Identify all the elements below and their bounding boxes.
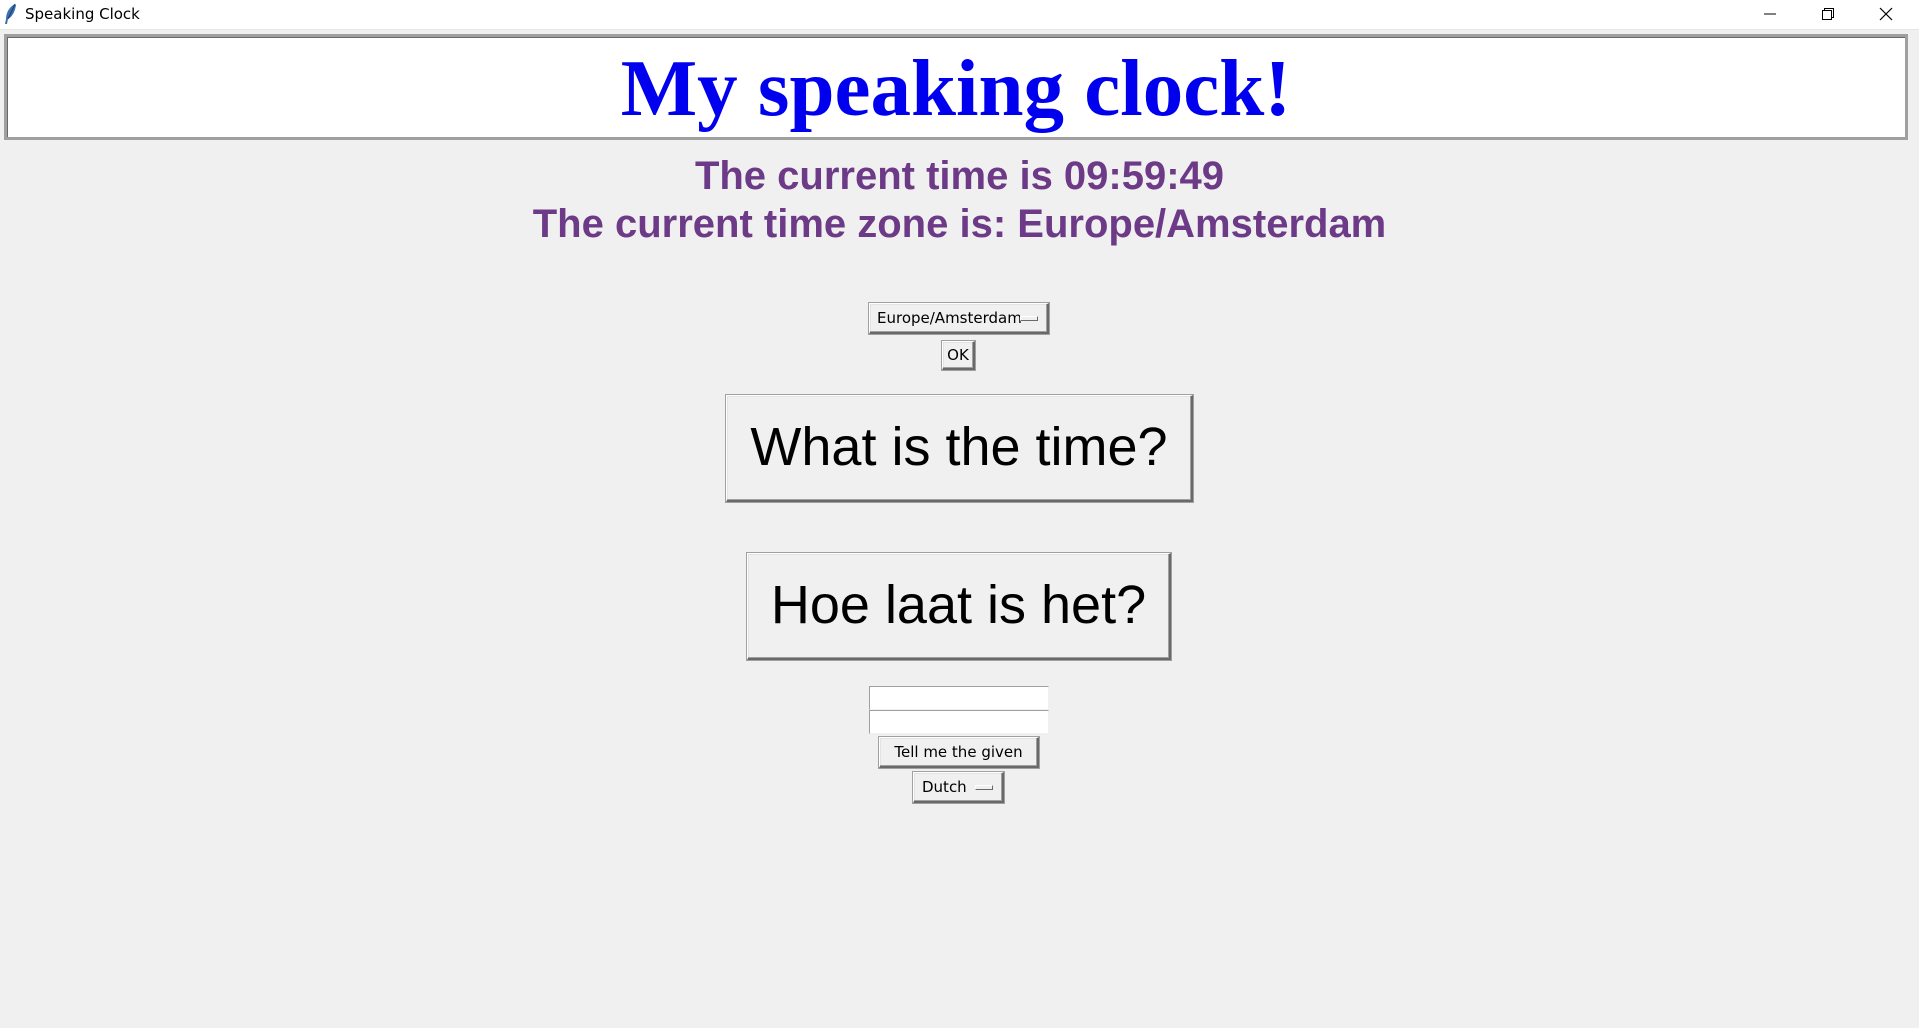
speaking-clock-window: Speaking Clock My speaking clock! The cu… bbox=[0, 0, 1919, 1028]
ok-button[interactable]: OK bbox=[942, 341, 975, 370]
language-dropdown-value: Dutch bbox=[922, 778, 967, 796]
timezone-dropdown-value: Europe/Amsterdam bbox=[877, 309, 1022, 327]
window-title: Speaking Clock bbox=[25, 5, 140, 23]
restore-icon bbox=[1822, 8, 1834, 20]
given-time-field-1[interactable] bbox=[869, 686, 1049, 710]
close-button[interactable] bbox=[1857, 0, 1919, 29]
given-time-field-2[interactable] bbox=[869, 710, 1049, 734]
current-time-label: The current time is 09:59:49 bbox=[694, 154, 1225, 198]
minimize-button[interactable] bbox=[1741, 0, 1799, 29]
restore-button[interactable] bbox=[1799, 0, 1857, 29]
close-icon bbox=[1879, 7, 1893, 21]
feather-icon bbox=[3, 3, 19, 25]
option-menu-indicator-icon bbox=[1020, 316, 1038, 321]
current-timezone-label: The current time zone is: Europe/Amsterd… bbox=[532, 202, 1387, 246]
minimize-icon bbox=[1764, 13, 1776, 15]
header-banner: My speaking clock! bbox=[4, 34, 1908, 140]
what-is-the-time-button[interactable]: What is the time? bbox=[726, 395, 1193, 502]
language-dropdown[interactable]: Dutch bbox=[913, 772, 1004, 803]
page-title: My speaking clock! bbox=[620, 43, 1292, 133]
tell-me-given-time-button[interactable]: Tell me the given time bbox=[879, 737, 1039, 789]
title-bar[interactable]: Speaking Clock bbox=[0, 0, 1919, 30]
option-menu-indicator-icon bbox=[975, 785, 993, 790]
hoe-laat-is-het-button[interactable]: Hoe laat is het? bbox=[747, 553, 1171, 660]
timezone-dropdown[interactable]: Europe/Amsterdam bbox=[869, 303, 1049, 334]
